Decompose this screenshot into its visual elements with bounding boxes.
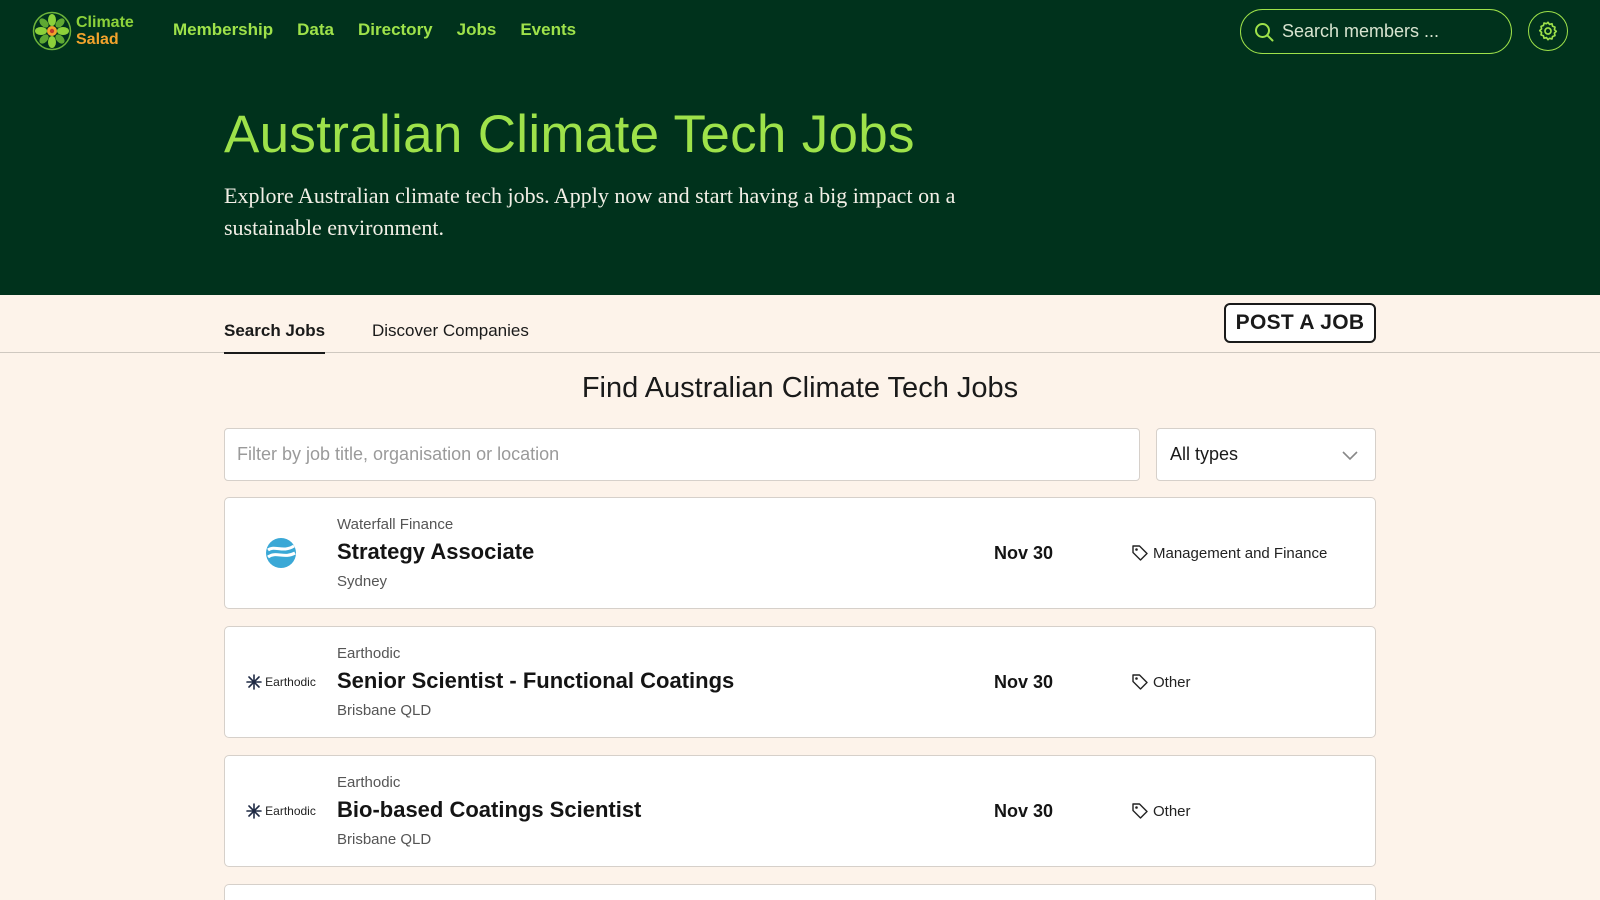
earthodic-logo-icon: [246, 803, 262, 819]
hero-description: Explore Australian climate tech jobs. Ap…: [224, 183, 956, 240]
earthodic-logo-icon: [246, 674, 262, 690]
job-title[interactable]: Senior Scientist - Functional Coatings: [337, 668, 734, 694]
tab-search-jobs[interactable]: Search Jobs: [224, 321, 326, 354]
logo-word-salad: Salad: [76, 31, 119, 48]
company-logo: Earthodic: [245, 651, 317, 713]
logo-word-climate: Climate: [76, 14, 134, 31]
logo-wordmark: Climate Salad: [76, 14, 134, 48]
hero-banner: Australian Climate Tech Jobs Explore Aus…: [0, 62, 1600, 295]
nav-link-membership[interactable]: Membership: [173, 20, 273, 40]
tag-icon: [1132, 674, 1148, 690]
job-company: Earthodic: [337, 645, 401, 662]
job-date: Nov 30: [994, 801, 1054, 821]
settings-button[interactable]: [1528, 11, 1568, 51]
nav-link-events[interactable]: Events: [520, 20, 576, 40]
job-category-label: Other: [1153, 802, 1191, 820]
job-card[interactable]: Earthodic Earthodic Bio-based Coatings S…: [224, 755, 1376, 867]
climate-salad-logo-icon: [32, 11, 72, 51]
job-location: Sydney: [337, 573, 388, 590]
main-nav: Membership Data Directory Jobs Events: [173, 20, 576, 40]
job-card[interactable]: Earthodic Earthodic Senior Scientist - F…: [224, 626, 1376, 738]
climate-salad-logo[interactable]: Climate Salad: [32, 11, 134, 51]
nav-link-data[interactable]: Data: [297, 20, 334, 40]
section-title: Find Australian Climate Tech Jobs: [581, 372, 1019, 404]
company-logo: Earthodic: [245, 780, 317, 842]
job-category: Other: [1131, 673, 1191, 691]
job-company: Earthodic: [337, 774, 401, 791]
job-date: Nov 30: [994, 672, 1054, 692]
job-title[interactable]: Strategy Associate: [337, 539, 534, 565]
job-type-select[interactable]: All types: [1156, 428, 1376, 481]
page-title: Australian Climate Tech Jobs: [224, 105, 915, 164]
job-category: Management and Finance: [1131, 544, 1327, 562]
tab-discover-companies[interactable]: Discover Companies: [372, 321, 529, 341]
job-filter-input[interactable]: [224, 428, 1140, 481]
job-card-partial[interactable]: [224, 884, 1376, 900]
waterfall-logo-icon: [266, 538, 296, 568]
earthodic-logo-text: Earthodic: [265, 675, 316, 689]
job-location: Brisbane QLD: [337, 702, 432, 719]
job-type-selected-value: All types: [1170, 444, 1239, 464]
earthodic-logo: Earthodic: [246, 674, 316, 690]
company-logo: [245, 522, 317, 584]
gear-icon: [1538, 21, 1558, 41]
job-company: Waterfall Finance: [337, 516, 454, 533]
job-category: Other: [1131, 802, 1191, 820]
chevron-down-icon: [1342, 450, 1358, 460]
job-date: Nov 30: [994, 543, 1054, 563]
tabs-bar: Search Jobs Discover Companies POST A JO…: [0, 295, 1600, 354]
nav-link-jobs[interactable]: Jobs: [457, 20, 497, 40]
post-a-job-button[interactable]: POST A JOB: [1224, 303, 1376, 343]
member-search-box[interactable]: [1240, 9, 1512, 54]
job-card[interactable]: Waterfall Finance Strategy Associate Syd…: [224, 497, 1376, 609]
tag-icon: [1132, 803, 1148, 819]
earthodic-logo-text: Earthodic: [265, 804, 316, 818]
job-category-label: Other: [1153, 673, 1191, 691]
job-category-label: Management and Finance: [1153, 544, 1328, 562]
tag-icon: [1132, 545, 1148, 561]
top-navigation-bar: Climate Salad Membership Data Directory …: [0, 0, 1600, 62]
nav-link-directory[interactable]: Directory: [358, 20, 433, 40]
member-search-input[interactable]: [1282, 21, 1502, 42]
job-location: Brisbane QLD: [337, 831, 432, 848]
earthodic-logo: Earthodic: [246, 803, 316, 819]
search-icon: [1255, 22, 1274, 41]
job-title[interactable]: Bio-based Coatings Scientist: [337, 797, 641, 823]
